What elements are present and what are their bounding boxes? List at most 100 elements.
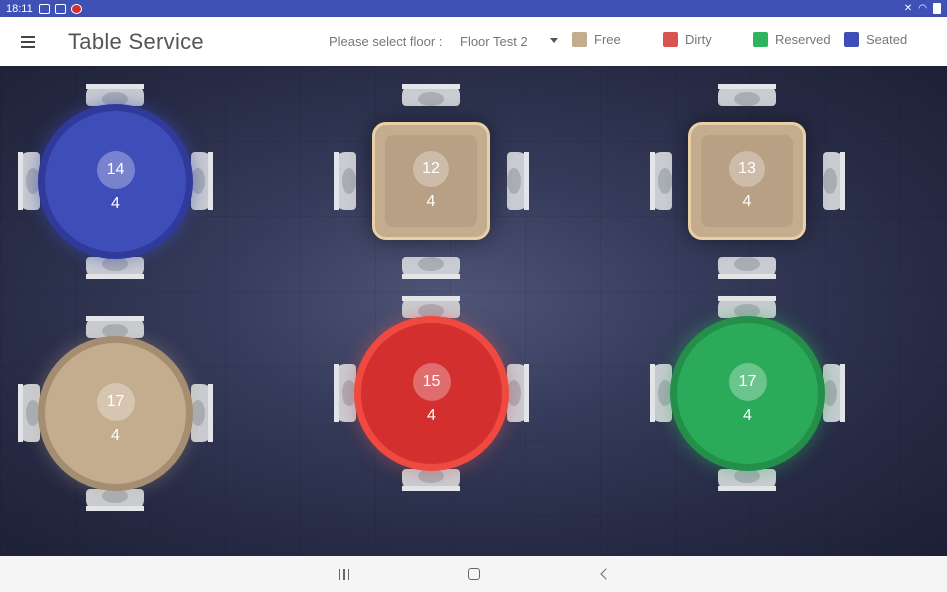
chair-back xyxy=(86,274,144,279)
chair-back xyxy=(208,384,213,442)
seat-count: 4 xyxy=(111,194,120,212)
mute-icon: ✕ xyxy=(903,3,913,14)
chair-back xyxy=(840,364,845,422)
table-15-dirty[interactable]: 15 4 xyxy=(334,296,529,491)
chair-seat xyxy=(734,257,760,271)
chair-back xyxy=(86,316,144,321)
chair-seat xyxy=(418,257,444,271)
chair-right xyxy=(823,364,845,422)
chair-back xyxy=(18,384,23,442)
chair-back xyxy=(718,296,776,301)
table-number: 17 xyxy=(728,362,767,401)
legend-free: Free xyxy=(572,32,621,47)
seat-count: 4 xyxy=(742,193,752,210)
chair-seat xyxy=(342,168,356,194)
status-bar: 18:11 ✕ ◠ xyxy=(0,0,947,17)
table-number: 15 xyxy=(412,362,451,401)
table-number: 12 xyxy=(413,151,449,187)
legend-dirty: Dirty xyxy=(663,32,712,47)
chair-top xyxy=(718,84,776,106)
chair-seat xyxy=(102,257,128,271)
floor-dropdown[interactable]: Floor Test 2 xyxy=(460,28,560,54)
chair-back xyxy=(402,274,460,279)
seat-count: 4 xyxy=(111,426,120,444)
chair-bottom xyxy=(718,257,776,279)
floor-dropdown-value: Floor Test 2 xyxy=(460,33,528,49)
legend-label: Seated xyxy=(866,32,908,47)
chair-back xyxy=(718,274,776,279)
chair-right xyxy=(507,152,529,210)
chair-bottom xyxy=(86,257,144,279)
chair-seat xyxy=(191,168,205,194)
chair-seat xyxy=(418,469,444,483)
chair-back xyxy=(86,506,144,511)
chair-bottom xyxy=(402,469,460,491)
table-12-free[interactable]: 12 4 xyxy=(334,84,529,279)
recent-apps-button[interactable] xyxy=(334,565,354,583)
chair-seat xyxy=(418,92,444,106)
chair-right xyxy=(191,384,213,442)
home-icon xyxy=(468,568,480,580)
battery-icon xyxy=(933,3,941,14)
hamburger-icon xyxy=(21,35,35,38)
chair-seat xyxy=(823,168,837,194)
chair-top xyxy=(86,316,144,338)
chair-back xyxy=(18,152,23,210)
tabletop[interactable]: 17 4 xyxy=(38,336,193,491)
tabletop[interactable]: 17 4 xyxy=(670,316,825,471)
chair-top xyxy=(718,296,776,318)
table-14-seated[interactable]: 14 4 xyxy=(18,84,213,279)
recent-apps-icon-bar xyxy=(343,568,345,580)
chair-back xyxy=(86,84,144,89)
chair-left xyxy=(18,384,40,442)
table-17-reserved[interactable]: 17 4 xyxy=(650,296,845,491)
tabletop[interactable]: 14 4 xyxy=(38,104,193,259)
chair-back xyxy=(208,152,213,210)
chair-left xyxy=(334,364,356,422)
legend-label: Free xyxy=(594,32,621,47)
chair-seat xyxy=(191,400,205,426)
legend-reserved: Reserved xyxy=(753,32,831,47)
chair-seat xyxy=(658,168,672,194)
seat-count: 4 xyxy=(427,406,436,424)
chair-seat xyxy=(102,489,128,503)
chair-bottom xyxy=(718,469,776,491)
chair-left xyxy=(334,152,356,210)
chair-back xyxy=(334,364,339,422)
chair-top xyxy=(402,296,460,318)
chair-back xyxy=(524,364,529,422)
app-bar: Table Service Please select floor : Floo… xyxy=(0,17,947,66)
table-17-free[interactable]: 17 4 xyxy=(18,316,213,511)
table-number: 14 xyxy=(96,150,135,189)
recent-apps-icon xyxy=(338,568,341,580)
legend-label: Dirty xyxy=(685,32,712,47)
table-13-free[interactable]: 13 4 xyxy=(650,84,845,279)
legend-label: Reserved xyxy=(775,32,831,47)
table-number: 17 xyxy=(96,382,135,421)
table-number: 13 xyxy=(729,151,765,187)
notification-gallery-icon xyxy=(54,3,66,14)
notification-app-icon xyxy=(70,3,82,14)
back-icon xyxy=(600,568,612,580)
home-button[interactable] xyxy=(464,565,484,583)
legend-swatch xyxy=(663,32,678,47)
chair-seat xyxy=(734,469,760,483)
chair-bottom xyxy=(86,489,144,511)
chair-right xyxy=(823,152,845,210)
menu-button[interactable] xyxy=(8,22,48,62)
legend-swatch xyxy=(844,32,859,47)
legend-swatch xyxy=(753,32,768,47)
chair-back xyxy=(718,486,776,491)
back-button[interactable] xyxy=(594,565,614,583)
hamburger-icon-line xyxy=(21,45,35,48)
chair-back xyxy=(650,364,655,422)
dropdown-caret-icon xyxy=(550,38,558,43)
recent-apps-icon-bar xyxy=(347,568,350,580)
tabletop[interactable]: 12 4 xyxy=(372,122,490,240)
seat-count: 4 xyxy=(426,193,436,210)
chair-back xyxy=(334,152,339,210)
tabletop[interactable]: 13 4 xyxy=(688,122,806,240)
chair-left xyxy=(650,152,672,210)
tabletop[interactable]: 15 4 xyxy=(354,316,509,471)
status-time: 18:11 xyxy=(6,2,33,15)
